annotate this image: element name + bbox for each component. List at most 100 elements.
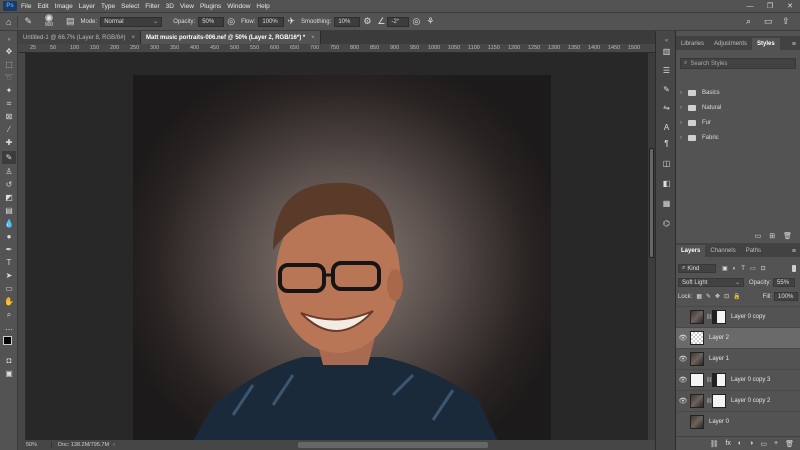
layer-row[interactable]: 👁 Layer 1	[676, 348, 800, 369]
minimize-button[interactable]: —	[740, 0, 760, 12]
menu-plugins[interactable]: Plugins	[200, 3, 221, 10]
brush-panel-icon[interactable]: ✎	[660, 83, 673, 95]
chevron-right-icon[interactable]: ›	[113, 442, 115, 448]
pen-tool-icon[interactable]: ✒	[2, 243, 16, 256]
style-folder-fabric[interactable]: › Fabric	[680, 132, 796, 144]
layer-row[interactable]: ⛓ Layer 0 copy	[676, 306, 800, 327]
menu-window[interactable]: Window	[227, 3, 250, 10]
more-tools-icon[interactable]: ⋯	[2, 323, 16, 336]
healing-brush-tool-icon[interactable]: ✚	[2, 136, 16, 149]
link-icon[interactable]: ⛓	[706, 398, 712, 404]
lock-artboard-icon[interactable]: ⊡	[724, 293, 729, 300]
symmetry-icon[interactable]: ⚘	[426, 16, 434, 27]
gear-icon[interactable]: ⚙	[363, 16, 371, 27]
eye-icon[interactable]: 👁	[676, 376, 690, 384]
quick-select-tool-icon[interactable]: ✦	[2, 84, 16, 97]
color-panel-icon[interactable]: ◧	[660, 177, 673, 189]
smoothing-field[interactable]: 10%	[334, 16, 361, 27]
history-brush-tool-icon[interactable]: ↺	[2, 178, 16, 191]
path-select-tool-icon[interactable]: ➤	[2, 269, 16, 282]
brush-tool-icon[interactable]: ✎	[2, 151, 16, 164]
maximize-button[interactable]: ❐	[760, 0, 780, 12]
layer-name[interactable]: Layer 0	[709, 419, 729, 425]
new-group-icon[interactable]: ▭	[760, 440, 767, 448]
menu-3d[interactable]: 3D	[166, 3, 174, 10]
filter-shape-icon[interactable]: ▭	[750, 265, 756, 272]
eraser-tool-icon[interactable]: ◩	[2, 191, 16, 204]
shape-tool-icon[interactable]: ▭	[2, 282, 16, 295]
brush-settings-icon[interactable]: ▤	[66, 16, 75, 27]
mode-select[interactable]: Normal ⌄	[100, 16, 163, 27]
tab-adjustments[interactable]: Adjustments	[709, 38, 752, 50]
kind-filter-select[interactable]: ⌕ Kind	[678, 264, 716, 273]
gradient-tool-icon[interactable]: ▤	[2, 204, 16, 217]
lock-pixels-icon[interactable]: ✎	[706, 293, 711, 300]
properties-panel-icon[interactable]: ☰	[660, 64, 673, 76]
crop-tool-icon[interactable]: ⌗	[2, 97, 16, 110]
share-icon[interactable]: ⇪	[782, 16, 790, 27]
zoom-level[interactable]: 50%	[18, 442, 52, 448]
pressure-opacity-icon[interactable]: ◎	[227, 16, 235, 27]
quick-mask-icon[interactable]: ◘	[2, 354, 16, 367]
dodge-tool-icon[interactable]: ●	[2, 230, 16, 243]
layer-name[interactable]: Layer 2	[709, 335, 729, 341]
move-tool-icon[interactable]: ✥	[2, 45, 16, 58]
flow-field[interactable]: 100%	[258, 16, 285, 27]
style-folder-natural[interactable]: › Natural	[680, 102, 796, 114]
menu-layer[interactable]: Layer	[79, 3, 95, 10]
adjust-panel-icon[interactable]: ⇋	[660, 101, 673, 113]
airbrush-icon[interactable]: ✈	[287, 16, 295, 27]
layer-mask-thumbnail[interactable]	[712, 373, 726, 387]
filter-type-icon[interactable]: T	[741, 266, 745, 272]
tab-paths[interactable]: Paths	[741, 245, 766, 257]
zoom-tool-icon[interactable]: ⌕	[2, 308, 16, 321]
filter-smart-icon[interactable]: ⊡	[761, 265, 766, 272]
new-group-icon[interactable]: ▭	[755, 232, 762, 240]
layer-row[interactable]: Layer 0	[676, 411, 800, 432]
menu-view[interactable]: View	[180, 3, 194, 10]
menu-help[interactable]: Help	[256, 3, 269, 10]
scrollbar-thumb[interactable]	[649, 148, 654, 258]
layer-opacity-field[interactable]: 55%	[773, 278, 796, 287]
character-panel-icon[interactable]: A	[660, 121, 673, 133]
home-icon[interactable]: ⌂	[6, 17, 11, 27]
lock-transparent-icon[interactable]: ▦	[696, 293, 702, 300]
layer-row[interactable]: 👁 Layer 2	[676, 327, 800, 348]
eye-icon[interactable]: 👁	[676, 355, 690, 363]
swatches-panel-icon[interactable]: ◫	[660, 157, 673, 169]
tab-styles[interactable]: Styles	[752, 38, 780, 50]
search-icon[interactable]: ⌕	[746, 16, 751, 27]
tab-layers[interactable]: Layers	[676, 245, 706, 257]
link-icon[interactable]: ⛓	[706, 377, 712, 383]
paragraph-panel-icon[interactable]: ¶	[660, 137, 673, 149]
tab-untitled-1[interactable]: Untitled-1 @ 66.7% (Layer 8, RGB/8#) ×	[18, 31, 141, 44]
blend-mode-select[interactable]: Soft Light ⌄	[678, 278, 744, 287]
lock-position-icon[interactable]: ✥	[715, 293, 720, 300]
workspace-icon[interactable]: ▭	[764, 16, 773, 27]
layer-name[interactable]: Layer 1	[709, 356, 729, 362]
foreground-color-swatch[interactable]	[3, 336, 12, 345]
link-icon[interactable]: ⛓	[706, 314, 712, 320]
canvas-area[interactable]	[26, 53, 648, 440]
layer-name[interactable]: Layer 0 copy 3	[731, 377, 770, 383]
trash-icon[interactable]: 🗑	[785, 440, 794, 448]
close-icon[interactable]: ×	[131, 35, 135, 41]
marquee-tool-icon[interactable]: ⬚	[2, 58, 16, 71]
menu-image[interactable]: Image	[55, 3, 73, 10]
filter-pixel-icon[interactable]: ▣	[722, 265, 728, 272]
history-panel-icon[interactable]: ▥	[660, 45, 673, 57]
tab-matt-music-portraits[interactable]: Matt music portraits-006.nef @ 50% (Laye…	[140, 31, 321, 44]
frame-tool-icon[interactable]: ⊠	[2, 110, 16, 123]
eyedropper-tool-icon[interactable]: ⁄	[2, 123, 16, 136]
filter-adjustment-icon[interactable]: ◐	[733, 266, 737, 272]
opacity-field[interactable]: 50%	[198, 16, 225, 27]
pressure-size-icon[interactable]: ◎	[412, 16, 420, 27]
portrait-photo[interactable]	[133, 75, 551, 440]
new-layer-icon[interactable]: +	[774, 440, 778, 447]
screen-mode-icon[interactable]: ▣	[2, 367, 16, 380]
menu-select[interactable]: Select	[121, 3, 139, 10]
hand-tool-icon[interactable]: ✋	[2, 295, 16, 308]
tab-libraries[interactable]: Libraries	[676, 38, 709, 50]
style-folder-basics[interactable]: › Basics	[680, 87, 796, 99]
layer-name[interactable]: Layer 0 copy	[731, 314, 765, 320]
